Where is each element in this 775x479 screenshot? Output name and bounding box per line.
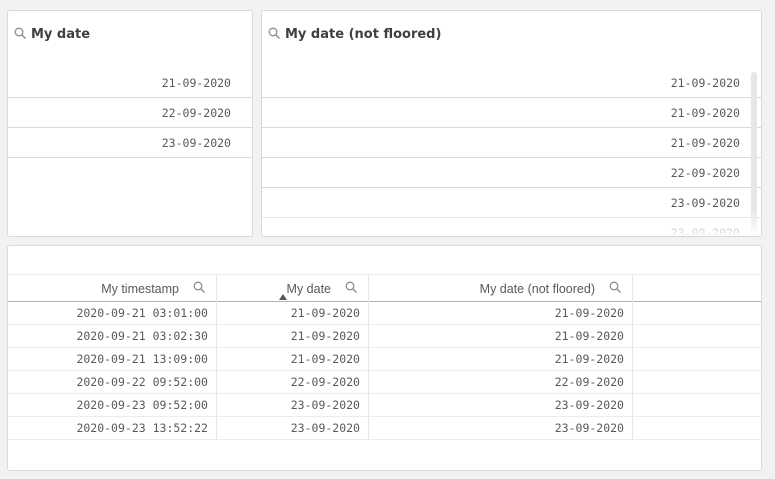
list-item[interactable]: 21-09-2020	[262, 68, 761, 98]
scrollbar[interactable]	[751, 72, 757, 236]
table-cell: 21-09-2020	[217, 325, 369, 347]
table-row[interactable]: 2020-09-22 09:52:00 22-09-2020 22-09-202…	[8, 371, 761, 394]
table-cell: 22-09-2020	[369, 371, 633, 393]
table-row[interactable]: 2020-09-23 09:52:00 23-09-2020 23-09-202…	[8, 394, 761, 417]
table-cell: 2020-09-21 03:01:00	[8, 302, 217, 324]
search-icon	[268, 25, 281, 44]
table-cell: 21-09-2020	[217, 302, 369, 324]
table-cell: 2020-09-23 13:52:22	[8, 417, 217, 439]
filter-title: My date (not floored)	[285, 26, 442, 42]
table-cell: 23-09-2020	[369, 417, 633, 439]
list-item[interactable]: 23-09-2020	[8, 128, 252, 158]
column-header-my-date-not-floored[interactable]: My date (not floored)	[369, 275, 633, 302]
list-item[interactable]: 21-09-2020	[8, 68, 252, 98]
search-icon[interactable]	[193, 281, 206, 297]
table-cell: 21-09-2020	[369, 325, 633, 347]
table-cell: 21-09-2020	[369, 348, 633, 370]
filter-pane-my-date-not-floored: My date (not floored) 21-09-2020 21-09-2…	[261, 10, 762, 237]
table-cell: 21-09-2020	[217, 348, 369, 370]
list-item[interactable]: 22-09-2020	[262, 158, 761, 188]
column-label: My date	[286, 281, 331, 296]
search-icon[interactable]	[609, 281, 622, 297]
list-item[interactable]: 21-09-2020	[262, 128, 761, 158]
filter-header-my-date[interactable]: My date	[8, 11, 252, 57]
table-cell: 22-09-2020	[217, 371, 369, 393]
table-cell	[633, 417, 761, 439]
table-row[interactable]: 2020-09-21 13:09:00 21-09-2020 21-09-202…	[8, 348, 761, 371]
table-cell: 23-09-2020	[217, 394, 369, 416]
list-item[interactable]: 22-09-2020	[8, 98, 252, 128]
search-icon	[14, 25, 27, 44]
filter-title: My date	[31, 26, 91, 42]
column-header-my-timestamp[interactable]: My timestamp	[8, 275, 217, 302]
table-row[interactable]: 2020-09-23 13:52:22 23-09-2020 23-09-202…	[8, 417, 761, 440]
column-header-empty	[633, 275, 761, 302]
filter-pane-my-date: My date 21-09-2020 22-09-2020 23-09-2020	[7, 10, 253, 237]
table-row[interactable]: 2020-09-21 03:01:00 21-09-2020 21-09-202…	[8, 302, 761, 325]
list-item[interactable]: 23-09-2020	[262, 218, 761, 237]
table-cell: 23-09-2020	[369, 394, 633, 416]
table-row[interactable]: 2020-09-21 03:02:30 21-09-2020 21-09-202…	[8, 325, 761, 348]
column-label: My timestamp	[101, 281, 179, 296]
table-cell: 2020-09-21 13:09:00	[8, 348, 217, 370]
table-cell	[633, 394, 761, 416]
filter-list: 21-09-2020 21-09-2020 21-09-2020 22-09-2…	[262, 68, 761, 237]
table-cell	[633, 302, 761, 324]
table-panel: My timestamp My date My date (not floore…	[7, 245, 762, 471]
data-table: My timestamp My date My date (not floore…	[8, 274, 761, 440]
table-cell	[633, 371, 761, 393]
filter-header-my-date-not-floored[interactable]: My date (not floored)	[262, 11, 761, 57]
table-cell	[633, 325, 761, 347]
filter-list: 21-09-2020 22-09-2020 23-09-2020	[8, 68, 252, 158]
sort-ascending-icon	[279, 294, 287, 300]
list-item[interactable]: 21-09-2020	[262, 98, 761, 128]
column-header-my-date[interactable]: My date	[217, 275, 369, 302]
table-cell: 2020-09-23 09:52:00	[8, 394, 217, 416]
search-icon[interactable]	[345, 281, 358, 297]
column-label: My date (not floored)	[479, 281, 595, 296]
table-cell: 2020-09-22 09:52:00	[8, 371, 217, 393]
table-cell: 23-09-2020	[217, 417, 369, 439]
list-item[interactable]: 23-09-2020	[262, 188, 761, 218]
table-header: My timestamp My date My date (not floore…	[8, 274, 761, 302]
table-cell: 21-09-2020	[369, 302, 633, 324]
table-cell: 2020-09-21 03:02:30	[8, 325, 217, 347]
table-cell	[633, 348, 761, 370]
